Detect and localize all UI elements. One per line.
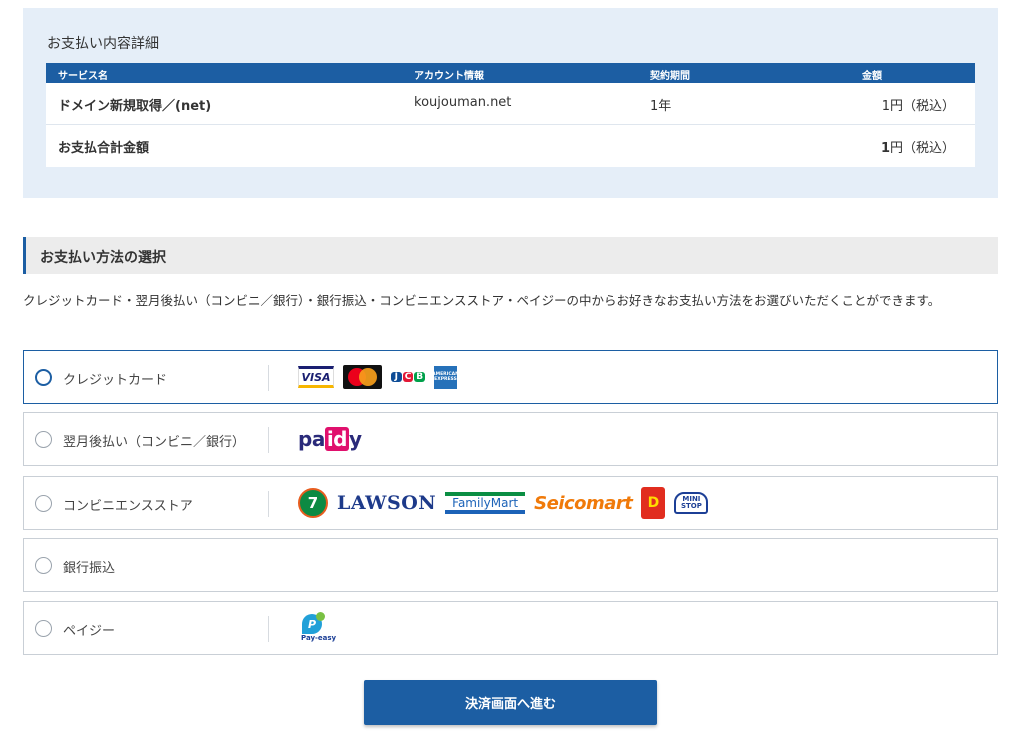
total-amount-suffix: 円（税込）	[889, 141, 955, 156]
method-label: コンビニエンスストア	[63, 499, 193, 514]
familymart-logo: FamilyMart	[445, 492, 526, 514]
method-label: クレジットカード	[63, 373, 168, 388]
method-option-convenience-store[interactable]: コンビニエンスストア 7 LAWSON FamilyMart Seicomart…	[23, 476, 998, 530]
radio-button[interactable]	[35, 369, 52, 386]
store-logos: 7 LAWSON FamilyMart Seicomart D MINI STO…	[298, 477, 709, 529]
proceed-to-payment-button[interactable]: 決済画面へ進む	[364, 680, 657, 725]
seicomart-logo: Seicomart	[534, 492, 633, 514]
method-option-pay-easy[interactable]: ペイジー P Pay-easy	[23, 601, 998, 655]
divider	[268, 616, 269, 642]
header-period: 契約期間	[650, 71, 690, 82]
header-amount: 金額	[862, 71, 882, 82]
radio-button[interactable]	[35, 495, 52, 512]
paidy-logos: pa id y	[298, 413, 362, 465]
contract-period: 1年	[650, 99, 672, 114]
summary-table: サービス名 アカウント情報 契約期間 金額 ドメイン新規取得／(net) kou…	[46, 63, 975, 167]
jcb-logo: JCB	[391, 366, 426, 388]
method-option-deferred-payment[interactable]: 翌月後払い（コンビニ／銀行） pa id y	[23, 412, 998, 466]
ministop-logo: MINI STOP	[674, 492, 709, 514]
method-label: 銀行振込	[63, 561, 116, 576]
payeasy-logo: P Pay-easy	[298, 611, 338, 645]
payment-summary: お支払い内容詳細 サービス名 アカウント情報 契約期間 金額 ドメイン新規取得／…	[23, 8, 998, 198]
visa-logo: VISA	[298, 366, 334, 388]
payment-method-section-header: お支払い方法の選択	[23, 237, 998, 274]
seven-eleven-logo: 7	[298, 488, 328, 518]
card-logos: VISA JCB AMERICAN EXPRESS	[298, 351, 459, 403]
total-label: お支払合計金額	[58, 141, 150, 156]
radio-button[interactable]	[35, 557, 52, 574]
amount: 1円（税込）	[881, 99, 955, 114]
radio-button[interactable]	[35, 431, 52, 448]
amex-logo: AMERICAN EXPRESS	[432, 365, 459, 389]
summary-title: お支払い内容詳細	[47, 36, 159, 52]
header-account: アカウント情報	[414, 71, 484, 82]
lawson-logo: LAWSON	[337, 492, 437, 514]
method-option-credit-card[interactable]: クレジットカード VISA JCB AMERICAN EXPRESS	[23, 350, 998, 404]
service-name: ドメイン新規取得／(net)	[58, 99, 212, 114]
divider	[268, 491, 269, 517]
section-description: クレジットカード・翌月後払い（コンビニ／銀行）・銀行振込・コンビニエンスストア・…	[23, 293, 941, 308]
method-label: ペイジー	[63, 624, 116, 639]
method-option-bank-transfer[interactable]: 銀行振込	[23, 538, 998, 592]
table-header: サービス名 アカウント情報 契約期間 金額	[46, 63, 975, 83]
section-title: お支払い方法の選択	[40, 250, 166, 266]
mastercard-logo	[343, 365, 382, 389]
divider	[268, 427, 269, 453]
payeasy-logos: P Pay-easy	[298, 602, 338, 654]
paidy-logo: pa id y	[298, 427, 362, 451]
table-row: ドメイン新規取得／(net) koujouman.net 1年 1円（税込）	[46, 83, 975, 125]
total-amount: 1円（税込）	[881, 137, 955, 156]
radio-button[interactable]	[35, 620, 52, 637]
total-row: お支払合計金額 1円（税込）	[46, 125, 975, 167]
header-service: サービス名	[58, 71, 108, 82]
account-info: koujouman.net	[414, 95, 512, 110]
divider	[268, 365, 269, 391]
total-amount-number: 1	[880, 141, 890, 156]
method-label: 翌月後払い（コンビニ／銀行）	[63, 435, 246, 450]
daily-yamazaki-logo: D	[641, 487, 666, 519]
